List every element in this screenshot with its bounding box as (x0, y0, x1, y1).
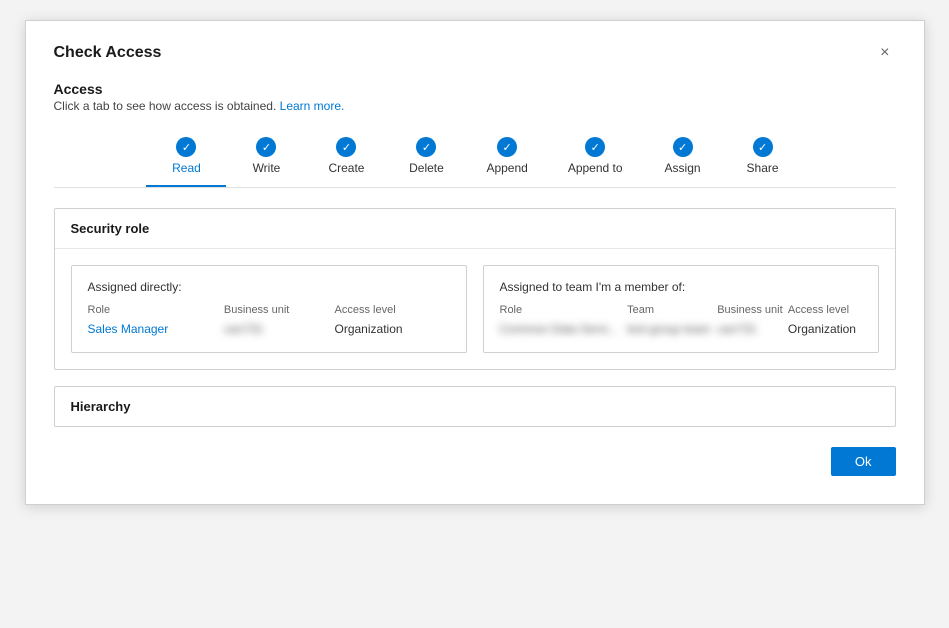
access-subtext-text: Click a tab to see how access is obtaine… (54, 99, 277, 113)
read-check-icon: ✓ (176, 137, 196, 157)
create-check-icon: ✓ (336, 137, 356, 157)
write-check-icon: ✓ (256, 137, 276, 157)
team-role-value: Common Data Servi... (500, 322, 618, 336)
dialog-title: Check Access (54, 44, 162, 62)
assigned-directly-title: Assigned directly: (88, 280, 450, 294)
tab-read[interactable]: ✓ Read (146, 129, 226, 187)
business-unit-value: can731 (224, 322, 263, 336)
business-unit-cell: can731 (224, 320, 335, 338)
col-al-team-header: Access level (788, 304, 862, 320)
tab-create-label: Create (328, 161, 364, 175)
assigned-team-title: Assigned to team I'm a member of: (500, 280, 862, 294)
tab-write-label: Write (253, 161, 281, 175)
role-cell: Sales Manager (88, 320, 224, 338)
assigned-directly-table: Role Business unit Access level Sales Ma… (88, 304, 450, 338)
col-business-unit-header: Business unit (224, 304, 335, 320)
delete-check-icon: ✓ (416, 137, 436, 157)
col-access-level-header: Access level (335, 304, 450, 320)
assigned-directly-box: Assigned directly: Role Business unit Ac… (71, 265, 467, 353)
col-team-header: Team (627, 304, 717, 320)
team-name-value: test group team (627, 322, 710, 336)
ok-button[interactable]: Ok (831, 447, 896, 476)
assigned-team-box: Assigned to team I'm a member of: Role T… (483, 265, 879, 353)
access-subtext: Click a tab to see how access is obtaine… (54, 99, 896, 113)
close-button[interactable]: × (874, 41, 895, 65)
check-access-dialog: Check Access × Access Click a tab to see… (25, 20, 925, 505)
access-heading: Access (54, 81, 896, 97)
assign-check-icon: ✓ (673, 137, 693, 157)
tab-delete-label: Delete (409, 161, 444, 175)
security-role-content: Assigned directly: Role Business unit Ac… (55, 249, 895, 369)
tab-append-to[interactable]: ✓ Append to (548, 129, 643, 187)
tab-assign-label: Assign (665, 161, 701, 175)
security-role-heading: Security role (55, 209, 895, 249)
table-row: Sales Manager can731 Organization (88, 320, 450, 338)
role-manager-link[interactable]: Manager (118, 322, 169, 336)
tab-share[interactable]: ✓ Share (723, 129, 803, 187)
assigned-directly-header-row: Role Business unit Access level (88, 304, 450, 320)
team-bu-cell: can731 (717, 320, 788, 338)
hierarchy-heading: Hierarchy (55, 387, 895, 426)
access-level-cell: Organization (335, 320, 450, 338)
table-row: Common Data Servi... test group team can… (500, 320, 862, 338)
access-section: Access Click a tab to see how access is … (54, 81, 896, 113)
append-check-icon: ✓ (497, 137, 517, 157)
append-to-check-icon: ✓ (585, 137, 605, 157)
col-role-header: Role (88, 304, 224, 320)
tab-assign[interactable]: ✓ Assign (643, 129, 723, 187)
tab-read-label: Read (172, 161, 201, 175)
tab-share-label: Share (747, 161, 779, 175)
hierarchy-section: Hierarchy (54, 386, 896, 427)
tab-append[interactable]: ✓ Append (466, 129, 547, 187)
role-sales-link[interactable]: Sales (88, 322, 118, 336)
tab-delete[interactable]: ✓ Delete (386, 129, 466, 187)
tabs-container: ✓ Read ✓ Write ✓ Create ✓ Delete ✓ Appen… (54, 129, 896, 188)
team-bu-value: can731 (717, 322, 756, 336)
dialog-header: Check Access × (54, 41, 896, 65)
col-bu-team-header: Business unit (717, 304, 788, 320)
team-role-cell: Common Data Servi... (500, 320, 628, 338)
tab-create[interactable]: ✓ Create (306, 129, 386, 187)
team-al-cell: Organization (788, 320, 862, 338)
dialog-footer: Ok (54, 447, 896, 476)
assigned-team-header-row: Role Team Business unit Access level (500, 304, 862, 320)
team-name-cell: test group team (627, 320, 717, 338)
security-role-section: Security role Assigned directly: Role Bu… (54, 208, 896, 370)
share-check-icon: ✓ (753, 137, 773, 157)
assigned-team-table: Role Team Business unit Access level Com… (500, 304, 862, 338)
tab-append-to-label: Append to (568, 161, 623, 175)
learn-more-link[interactable]: Learn more. (280, 99, 345, 113)
tab-append-label: Append (486, 161, 527, 175)
tab-write[interactable]: ✓ Write (226, 129, 306, 187)
col-role-team-header: Role (500, 304, 628, 320)
